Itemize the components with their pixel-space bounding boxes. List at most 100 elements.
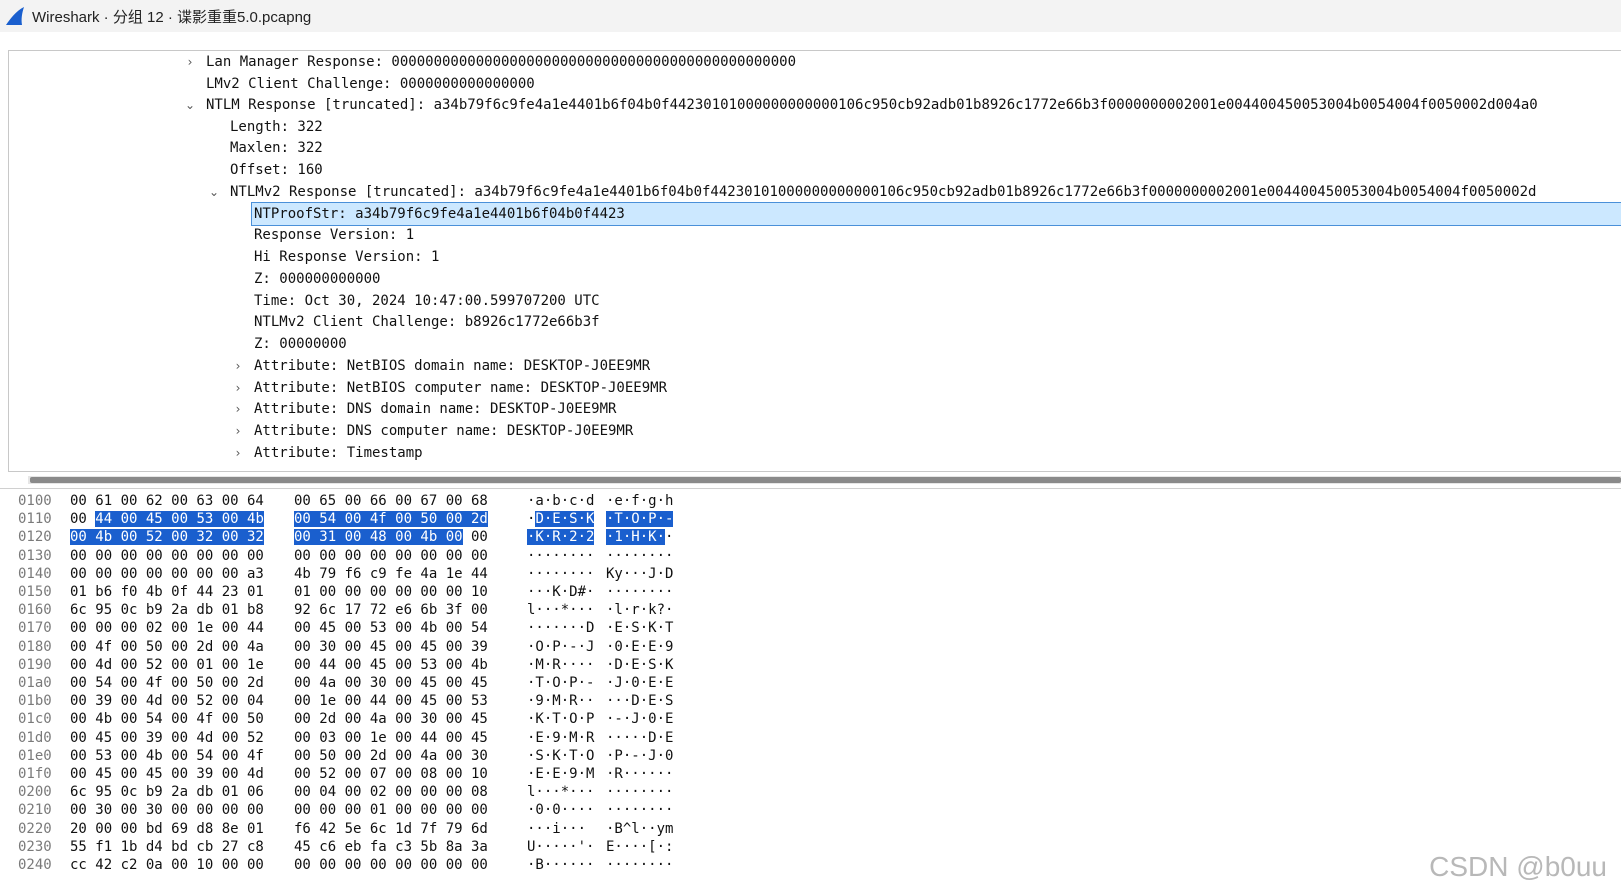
hex-bytes[interactable]: 00 30 00 30 00 00 00 00 (70, 801, 264, 820)
hex-ascii[interactable]: ·P·-·J·0 (606, 747, 673, 766)
chevron-right-icon[interactable]: › (230, 398, 246, 420)
chevron-right-icon[interactable]: › (182, 51, 198, 73)
highlighted-bytes[interactable]: D·E·S·K (535, 511, 595, 527)
tree-row[interactable]: Hi Response Version: 1 (254, 246, 439, 268)
highlighted-bytes[interactable]: ·K·R·2·2 (527, 529, 595, 545)
tree-row[interactable]: Z: 00000000 (254, 333, 347, 355)
hex-ascii[interactable]: ········ (606, 547, 673, 566)
tree-row[interactable]: NTLMv2 Response [truncated]: a34b79f6c9f… (230, 181, 1536, 203)
hex-bytes[interactable]: 00 4f 00 50 00 2d 00 4a (70, 638, 264, 657)
hex-ascii[interactable]: ·······D (527, 619, 594, 638)
hex-bytes[interactable]: cc 42 c2 0a 00 10 00 00 (70, 856, 264, 875)
hex-ascii[interactable]: ·D·E·S·K (527, 510, 595, 529)
hex-ascii[interactable]: ·R······ (606, 765, 673, 784)
hex-bytes[interactable]: 00 4d 00 52 00 01 00 1e (70, 656, 264, 675)
hex-ascii[interactable]: ·K·T·O·P (527, 710, 594, 729)
hex-ascii[interactable]: ·E·S·K·T (606, 619, 673, 638)
tree-row-selected[interactable]: NTProofStr: a34b79f6c9fe4a1e4401b6f04b0f… (251, 202, 1621, 226)
highlighted-bytes[interactable]: 00 31 00 48 00 4b 00 (294, 529, 463, 545)
hex-bytes[interactable]: 00 00 00 01 00 00 00 00 (294, 801, 488, 820)
hex-bytes[interactable]: 45 c6 eb fa c3 5b 8a 3a (294, 838, 488, 857)
hex-bytes[interactable]: 00 54 00 4f 00 50 00 2d (294, 510, 488, 529)
hex-bytes[interactable]: 6c 95 0c b9 2a db 01 06 (70, 783, 264, 802)
hex-ascii[interactable]: ·l·r·k?· (606, 601, 673, 620)
hex-bytes[interactable]: 55 f1 1b d4 bd cb 27 c8 (70, 838, 264, 857)
hex-bytes[interactable]: 01 00 00 00 00 00 00 10 (294, 583, 488, 602)
highlighted-bytes[interactable]: 44 00 45 00 53 00 4b (95, 511, 264, 527)
tree-row[interactable]: Length: 322 (230, 116, 323, 138)
hex-bytes[interactable]: 00 00 00 00 00 00 00 a3 (70, 565, 264, 584)
hex-ascii[interactable]: ·0·0···· (527, 801, 594, 820)
tree-row[interactable]: Maxlen: 322 (230, 137, 323, 159)
packet-details-tree[interactable]: › Lan Manager Response: 00000000000000000… (8, 50, 1621, 472)
hex-ascii[interactable]: ·B^l··ym (606, 820, 673, 839)
hex-ascii[interactable]: l···*··· (527, 783, 594, 802)
hex-ascii[interactable]: ·1·H·K·· (606, 528, 673, 547)
hex-bytes[interactable]: 00 4a 00 30 00 45 00 45 (294, 674, 488, 693)
hex-ascii[interactable]: ········ (606, 856, 673, 875)
hex-ascii[interactable]: ········ (527, 565, 594, 584)
hex-ascii[interactable]: ·T·O·P·- (606, 510, 674, 529)
hex-bytes[interactable]: 00 00 00 00 00 00 00 00 (294, 856, 488, 875)
hex-bytes[interactable]: 00 44 00 45 00 53 00 4b (70, 510, 264, 529)
hex-ascii[interactable]: ·M·R···· (527, 656, 594, 675)
hex-bytes[interactable]: 00 00 00 00 00 00 00 00 (70, 547, 264, 566)
hex-bytes[interactable]: 00 2d 00 4a 00 30 00 45 (294, 710, 488, 729)
tree-row[interactable]: Attribute: DNS computer name: DESKTOP-J0… (254, 420, 633, 442)
hex-bytes[interactable]: 00 45 00 39 00 4d 00 52 (70, 729, 264, 748)
hex-bytes[interactable]: 00 4b 00 52 00 32 00 32 (70, 528, 264, 547)
scrollbar-thumb[interactable] (30, 477, 1621, 483)
hex-ascii[interactable]: ········ (606, 583, 673, 602)
hex-ascii[interactable]: ·E·E·9·M (527, 765, 594, 784)
packet-bytes-pane[interactable]: 0100 00 61 00 62 00 63 00 64 00 65 00 66 0… (0, 492, 1621, 891)
hex-bytes[interactable]: 00 50 00 2d 00 4a 00 30 (294, 747, 488, 766)
chevron-right-icon[interactable]: › (230, 355, 246, 377)
tree-row[interactable]: Time: Oct 30, 2024 10:47:00.599707200 UT… (254, 290, 600, 312)
tree-row[interactable]: LMv2 Client Challenge: 0000000000000000 (206, 73, 535, 95)
chevron-right-icon[interactable]: › (230, 442, 246, 464)
hex-ascii[interactable]: ·B······ (527, 856, 594, 875)
hex-bytes[interactable]: 00 44 00 45 00 53 00 4b (294, 656, 488, 675)
pane-divider[interactable] (0, 488, 1621, 489)
hex-bytes[interactable]: 00 61 00 62 00 63 00 64 (70, 492, 264, 511)
chevron-right-icon[interactable]: › (230, 377, 246, 399)
hex-bytes[interactable]: 00 52 00 07 00 08 00 10 (294, 765, 488, 784)
hex-ascii[interactable]: Ky···J·D (606, 565, 673, 584)
highlighted-bytes[interactable]: ·1·H·K· (606, 529, 666, 545)
hex-ascii[interactable]: ·S·K·T·O (527, 747, 594, 766)
highlighted-bytes[interactable]: ·T·O·P·- (606, 511, 674, 527)
tree-row[interactable]: Response Version: 1 (254, 224, 414, 246)
highlighted-bytes[interactable]: 00 54 00 4f 00 50 00 2d (294, 511, 488, 527)
hex-bytes[interactable]: 00 30 00 45 00 45 00 39 (294, 638, 488, 657)
hex-ascii[interactable]: ········ (606, 783, 673, 802)
tree-row[interactable]: NTLM Response [truncated]: a34b79f6c9fe4… (206, 94, 1538, 116)
hex-bytes[interactable]: 01 b6 f0 4b 0f 44 23 01 (70, 583, 264, 602)
hex-bytes[interactable]: 00 53 00 4b 00 54 00 4f (70, 747, 264, 766)
hex-ascii[interactable]: ·J·0·E·E (606, 674, 673, 693)
hex-bytes[interactable]: 00 31 00 48 00 4b 00 00 (294, 528, 488, 547)
hex-bytes[interactable]: 20 00 00 bd 69 d8 8e 01 (70, 820, 264, 839)
hex-bytes[interactable]: 00 00 00 00 00 00 00 00 (294, 547, 488, 566)
tree-row[interactable]: Lan Manager Response: 000000000000000000… (206, 51, 796, 73)
hex-ascii[interactable]: ·a·b·c·d (527, 492, 594, 511)
hex-ascii[interactable]: ·E·9·M·R (527, 729, 594, 748)
hex-bytes[interactable]: 6c 95 0c b9 2a db 01 b8 (70, 601, 264, 620)
tree-row[interactable]: Attribute: DNS domain name: DESKTOP-J0EE… (254, 398, 616, 420)
hex-ascii[interactable]: ···i··· (527, 820, 586, 839)
hex-ascii[interactable]: ········ (527, 547, 594, 566)
hex-bytes[interactable]: 00 39 00 4d 00 52 00 04 (70, 692, 264, 711)
hex-ascii[interactable]: ·O·P·-·J (527, 638, 594, 657)
hex-ascii[interactable]: ·K·R·2·2 (527, 528, 595, 547)
hex-ascii[interactable]: ········ (606, 801, 673, 820)
hex-bytes[interactable]: 00 03 00 1e 00 44 00 45 (294, 729, 488, 748)
tree-row[interactable]: Attribute: NetBIOS domain name: DESKTOP-… (254, 355, 650, 377)
hex-ascii[interactable]: ·e·f·g·h (606, 492, 673, 511)
highlighted-bytes[interactable]: 00 4b 00 52 00 32 00 32 (70, 529, 264, 545)
hex-bytes[interactable]: 92 6c 17 72 e6 6b 3f 00 (294, 601, 488, 620)
tree-row[interactable]: NTLMv2 Client Challenge: b8926c1772e66b3… (254, 311, 600, 333)
hex-bytes[interactable]: 00 65 00 66 00 67 00 68 (294, 492, 488, 511)
horizontal-scrollbar[interactable] (28, 476, 1621, 484)
tree-row[interactable]: Attribute: NetBIOS computer name: DESKTO… (254, 377, 667, 399)
hex-bytes[interactable]: 4b 79 f6 c9 fe 4a 1e 44 (294, 565, 488, 584)
hex-ascii[interactable]: ···D·E·S (606, 692, 673, 711)
